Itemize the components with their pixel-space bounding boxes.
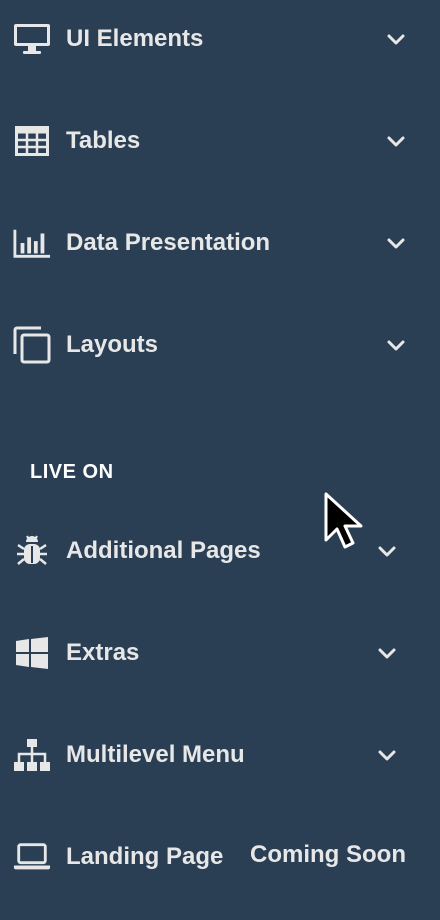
chevron-down-icon[interactable] <box>377 746 397 766</box>
windows-icon <box>13 634 51 672</box>
sidebar-item-label: Extras <box>66 639 140 666</box>
desktop-icon <box>13 20 51 58</box>
chevron-down-icon[interactable] <box>386 132 406 152</box>
chevron-down-icon[interactable] <box>377 644 397 664</box>
sidebar-item-tables[interactable]: Tables <box>0 112 440 172</box>
sidebar-item-label: Data Presentation <box>66 229 271 256</box>
sidebar-item-additional-pages[interactable]: Additional Pages <box>0 522 440 582</box>
bar-chart-icon <box>13 224 51 262</box>
section-title: LIVE ON <box>30 461 114 483</box>
sidebar-item-multilevel-menu[interactable]: Multilevel Menu <box>0 726 440 786</box>
chevron-down-icon[interactable] <box>377 542 397 562</box>
sitemap-icon <box>13 736 51 774</box>
sidebar-item-label: UI Elements <box>66 25 204 52</box>
chevron-down-icon[interactable] <box>386 234 406 254</box>
sidebar-item-label: Layouts <box>66 331 159 358</box>
sidebar-item-landing-page[interactable]: Landing Page Coming Soon <box>0 828 440 888</box>
sidebar-item-label: Multilevel Menu <box>66 741 245 768</box>
sidebar-item-layouts[interactable]: Layouts <box>0 316 440 376</box>
sidebar-item-label: Landing Page <box>66 843 224 870</box>
sidebar-item-data-presentation[interactable]: Data Presentation <box>0 214 440 274</box>
coming-soon-label: Coming Soon <box>250 841 406 868</box>
sidebar-item-label: Additional Pages <box>66 537 261 564</box>
sidebar-item-ui-elements[interactable]: UI Elements <box>0 10 440 70</box>
sidebar-item-label: Tables <box>66 127 141 154</box>
mouse-pointer-icon <box>322 490 366 554</box>
bug-icon <box>13 532 51 570</box>
laptop-icon <box>13 838 51 876</box>
chevron-down-icon[interactable] <box>386 30 406 50</box>
chevron-down-icon[interactable] <box>386 336 406 356</box>
sidebar-item-extras[interactable]: Extras <box>0 624 440 684</box>
table-icon <box>13 122 51 160</box>
clone-icon <box>13 326 51 364</box>
